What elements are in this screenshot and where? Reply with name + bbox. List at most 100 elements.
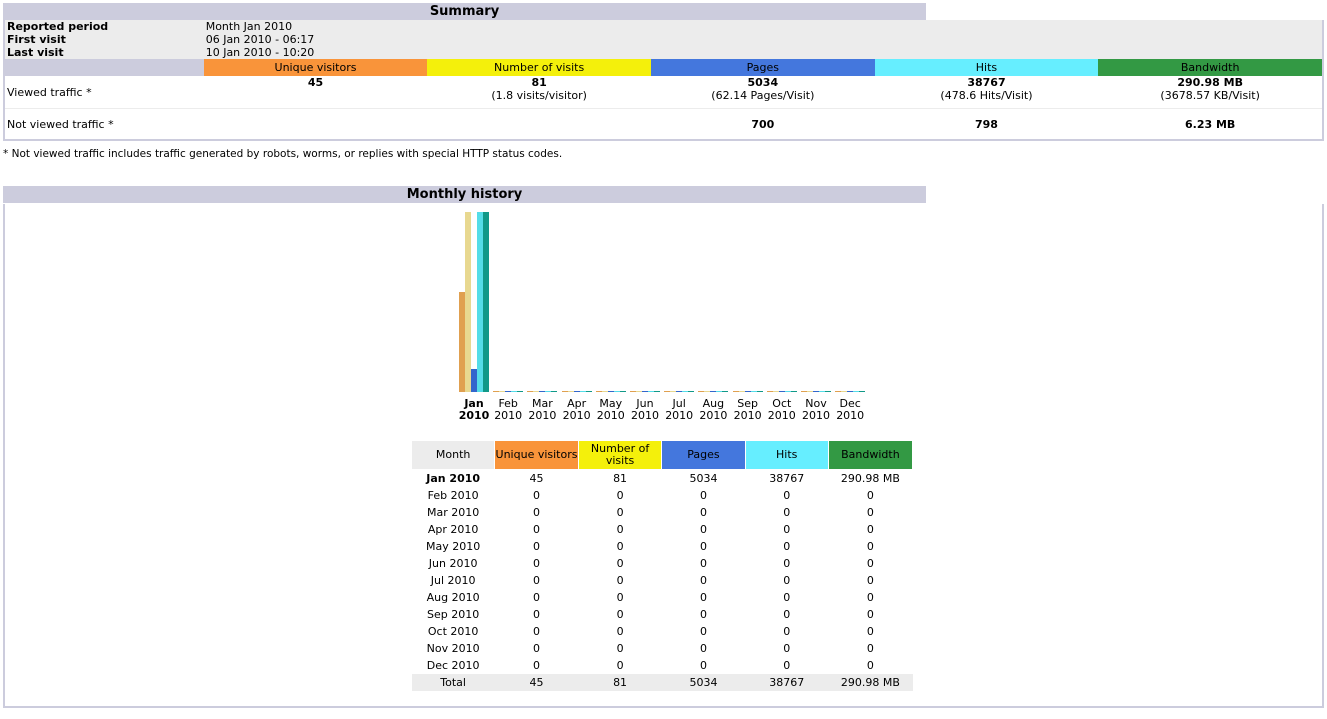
history-cell: 0 (533, 489, 541, 502)
chart-bar-7-4 (722, 391, 729, 392)
history-cell: 0 (783, 506, 791, 519)
history-cell: 0 (616, 506, 624, 519)
chart-bar-5-4 (654, 391, 660, 392)
history-cell: 0 (533, 659, 541, 672)
history-cell: Jan 2010 (426, 472, 481, 485)
history-cell: Mar 2010 (427, 506, 480, 519)
history-header: Month (410, 440, 496, 470)
month-year: 2010 (562, 409, 591, 422)
total-cell: 5034 (661, 674, 746, 691)
chart-bar-6-4 (688, 391, 695, 392)
history-cell: Nov 2010 (426, 642, 480, 655)
table-row: Mar 2010 0 0 0 0 0 (412, 504, 913, 521)
chart-bar-8-4 (756, 391, 763, 392)
table-row: Oct 2010 0 0 0 0 0 (412, 623, 913, 640)
chart-bar-0-4 (483, 212, 489, 392)
history-cell: 0 (866, 523, 874, 536)
history-cell: Jul 2010 (430, 574, 476, 587)
history-cell: 81 (613, 472, 628, 485)
month-year: 2010 (699, 409, 728, 422)
history-cell: 0 (616, 591, 624, 604)
history-cell: Aug 2010 (426, 591, 480, 604)
chart-bar-1-4 (517, 391, 524, 392)
history-header: Hits (744, 440, 829, 470)
history-cell: 0 (533, 523, 541, 536)
history-cell: 0 (783, 557, 791, 570)
chart-month-label: Jun 2010 (628, 398, 662, 422)
total-row: Total 45 81 5034 38767 290.98 MB (411, 674, 913, 691)
history-cell: 0 (616, 523, 624, 536)
history-cell: 0 (533, 574, 541, 587)
history-cell: 0 (866, 574, 874, 587)
table-row: Jun 2010 0 0 0 0 0 (412, 555, 913, 572)
month-year: 2010 (733, 409, 762, 422)
history-cell: Sep 2010 (427, 608, 480, 621)
month-year: 2010 (494, 409, 523, 422)
history-cell: 0 (699, 625, 707, 638)
history-cell: 0 (783, 642, 791, 655)
history-cell: 0 (533, 540, 541, 553)
history-cell: 0 (616, 608, 624, 621)
table-row: Jul 2010 0 0 0 0 0 (412, 572, 913, 589)
history-cell: 0 (783, 608, 791, 621)
table-row: Dec 2010 0 0 0 0 0 (412, 657, 913, 674)
history-cell: 5034 (689, 472, 718, 485)
chart-month-label: Mar 2010 (525, 398, 559, 422)
history-cell: 0 (699, 591, 707, 604)
month-year: 2010 (665, 409, 694, 422)
chart-month-label: Aug 2010 (696, 398, 730, 422)
history-cell: 0 (616, 625, 624, 638)
history-cell: 0 (866, 625, 874, 638)
history-cell: May 2010 (426, 540, 481, 553)
history-cell: 0 (616, 574, 624, 587)
chart-month-label: Apr 2010 (560, 398, 594, 422)
history-cell: 0 (533, 557, 541, 570)
history-cell: 0 (699, 557, 707, 570)
table-row: Jan 2010 45 81 5034 38767 290.98 MB (412, 470, 913, 488)
monthly-chart: Jan 2010 Feb 2010 Mar 2010 Apr 2010 May 2010 Jun 20… (0, 0, 1327, 440)
month-year: 2010 (802, 409, 830, 422)
history-cell: 0 (533, 591, 541, 604)
history-cell: 0 (783, 591, 791, 604)
total-cell: 290.98 MB (828, 674, 913, 691)
table-row: Apr 2010 0 0 0 0 0 (412, 521, 913, 538)
history-cell: 0 (866, 608, 874, 621)
chart-month-label: Feb 2010 (491, 398, 525, 422)
chart-bar-11-4 (859, 391, 866, 392)
chart-month-label: Nov 2010 (799, 398, 833, 422)
chart-month-label: Dec 2010 (833, 398, 867, 422)
history-cell: 0 (616, 642, 624, 655)
chart-month-label: May 2010 (594, 398, 628, 422)
history-cell: 0 (699, 523, 707, 536)
history-cell: 0 (616, 540, 624, 553)
history-cell: 0 (699, 659, 707, 672)
chart-month-label: Sep 2010 (731, 398, 765, 422)
table-row: Feb 2010 0 0 0 0 0 (412, 487, 913, 504)
history-cell: Oct 2010 (427, 625, 479, 638)
history-cell: 0 (699, 489, 707, 502)
history-header: Unique visitors (494, 440, 579, 470)
month-year: 2010 (458, 409, 490, 422)
history-cell: 0 (783, 625, 791, 638)
history-cell: 0 (699, 540, 707, 553)
history-cell: 0 (783, 574, 791, 587)
history-cell: 0 (616, 489, 624, 502)
total-cell: 38767 (745, 674, 829, 691)
history-cell: Apr 2010 (427, 523, 479, 536)
history-cell: 38767 (769, 472, 805, 485)
history-cell: 0 (866, 506, 874, 519)
chart-bar-4-4 (619, 391, 626, 392)
chart-month-label: Oct 2010 (765, 398, 799, 422)
history-cell: 0 (866, 557, 874, 570)
table-row: May 2010 0 0 0 0 0 (412, 538, 913, 555)
history-cell: 0 (866, 591, 874, 604)
history-cell: 0 (783, 489, 791, 502)
chart-month-label: Jan 2010 (457, 398, 491, 422)
history-cell: 0 (699, 608, 707, 621)
chart-bar-3-4 (585, 391, 592, 392)
history-cell: 45 (529, 472, 544, 485)
table-row: Sep 2010 0 0 0 0 0 (412, 606, 913, 623)
chart-bar-0-1 (465, 212, 471, 392)
history-cell: 0 (699, 506, 707, 519)
month-year: 2010 (528, 409, 557, 422)
